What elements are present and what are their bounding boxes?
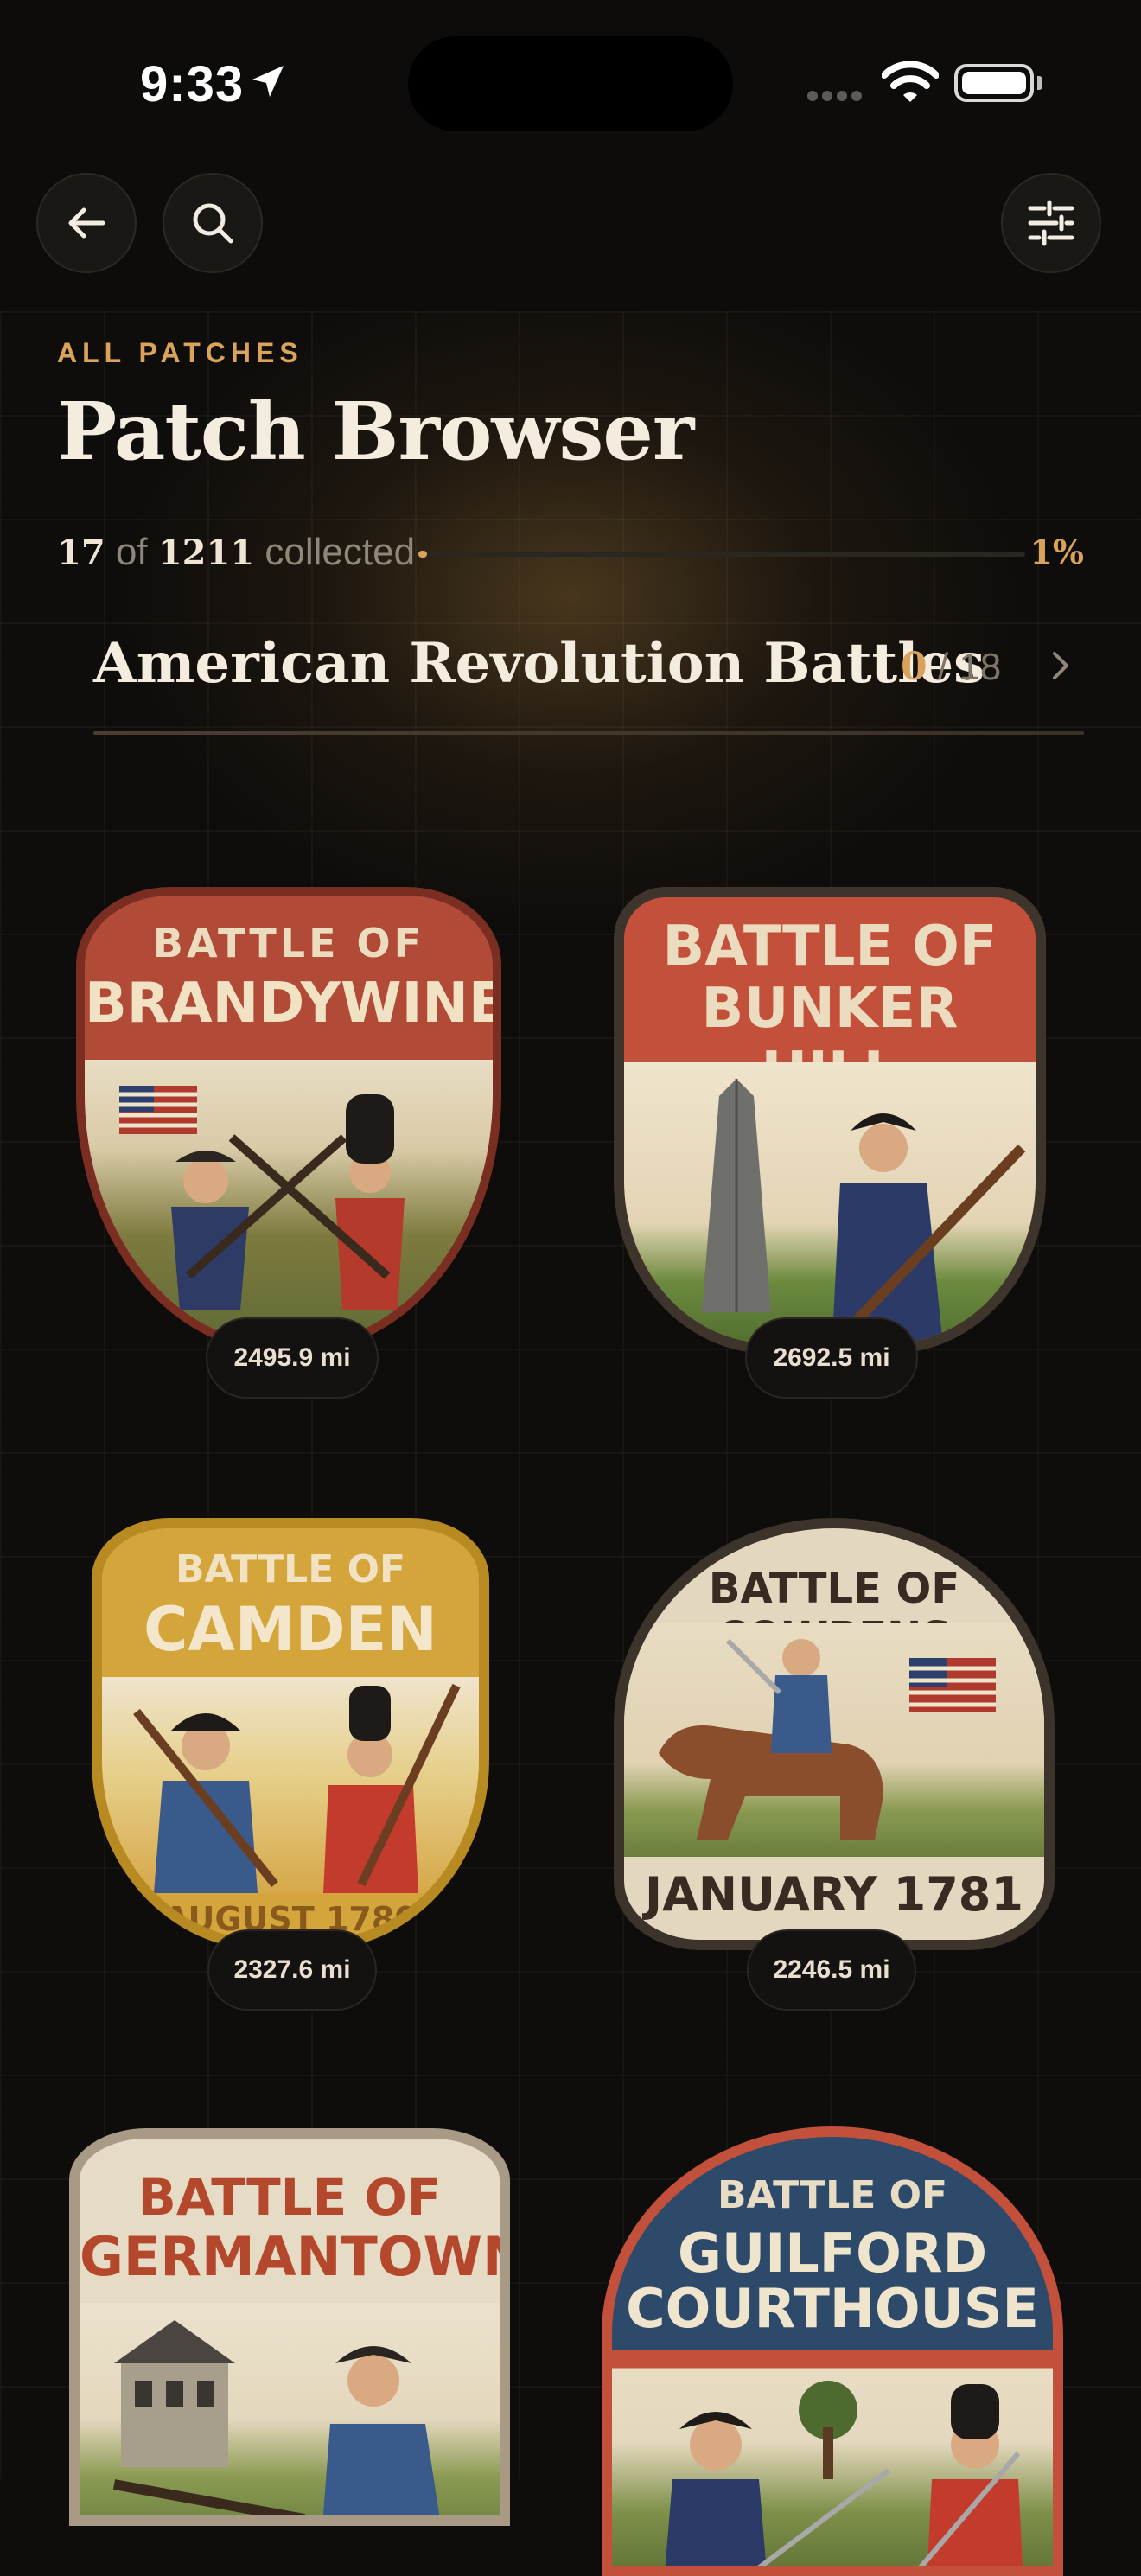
total-count: 1211 (157, 532, 255, 573)
status-time: 9:33 (140, 56, 245, 112)
patch-card-bunker-hill[interactable]: BATTLE OF BUNKER HILL 2692.5 mi (570, 873, 1089, 1409)
section-title: American Revolution Battles (93, 631, 985, 696)
cellular-signal-icon (807, 90, 866, 105)
search-icon (193, 203, 233, 244)
patch-image: BATTLE OF GERMANTOWN (69, 2128, 510, 2526)
search-button[interactable] (163, 173, 263, 273)
patch-line1: BATTLE OF (152, 920, 425, 966)
chevron-right-icon (1053, 652, 1068, 679)
distance-badge: 2246.5 mi (747, 1929, 916, 2011)
patch-card-cowpens[interactable]: BATTLE OF COWPENS JANUARY 1781 2246.5 mi (570, 1504, 1089, 2023)
patch-line2: CAMDEN (143, 1594, 437, 1665)
patch-scene (624, 1623, 1044, 1857)
patch-image: BATTLE OF BRANDYWINE (76, 887, 501, 1354)
eyebrow-label: ALL PATCHES (57, 337, 303, 368)
patch-line1: BATTLE OF (175, 1547, 406, 1591)
collected-summary: 17 of 1211 collected (57, 531, 415, 574)
patch-card-germantown[interactable]: BATTLE OF GERMANTOWN (31, 2118, 550, 2526)
distance-badge: 2495.9 mi (206, 1317, 379, 1399)
patch-card-camden[interactable]: BATTLE OF CAMDEN AUGUST 1780 2327.6 mi (31, 1504, 550, 2023)
collection-section-header[interactable]: American Revolution Battles 0 / 18 (93, 631, 1084, 735)
patch-line1: BATTLE OF (662, 915, 998, 979)
patch-line2: GUILFORD (677, 2222, 988, 2285)
patch-image: BATTLE OF GUILFORD COURTHOUSE (602, 2126, 1063, 2576)
patch-image: BATTLE OF CAMDEN AUGUST 1780 (92, 1518, 489, 1950)
section-total: 18 (959, 646, 1002, 688)
arrow-left-icon (68, 207, 105, 239)
patch-scene (612, 2350, 1053, 2566)
collected-of: of (115, 531, 148, 573)
progress-percent: 1% (1029, 532, 1084, 571)
progress-track (418, 551, 1025, 558)
patch-line2: BRANDYWINE (85, 972, 501, 1036)
progress-fill (418, 551, 427, 558)
distance-badge: 2692.5 mi (745, 1317, 918, 1399)
page-title: Patch Browser (57, 385, 694, 478)
collection-progress: 17 of 1211 collected 1% (57, 531, 1084, 579)
collected-word: collected (265, 531, 416, 573)
patch-line1: BATTLE OF (137, 2168, 442, 2227)
section-collected: 0 (901, 645, 927, 689)
dynamic-island (408, 36, 733, 131)
back-button[interactable] (36, 173, 137, 273)
patch-scene (80, 2303, 500, 2515)
patch-image: BATTLE OF BUNKER HILL (614, 887, 1046, 1354)
patch-line3: JANUARY 1781 (645, 1867, 1023, 1922)
patch-card-brandywine[interactable]: BATTLE OF BRANDYWINE 2495.9 mi (31, 873, 550, 1409)
patch-card-guilford-courthouse[interactable]: BATTLE OF GUILFORD COURTHOUSE (570, 2118, 1089, 2576)
patch-image: BATTLE OF COWPENS JANUARY 1781 (614, 1518, 1055, 1950)
wifi-icon (882, 61, 939, 102)
section-divider (93, 731, 1084, 735)
patch-line1: BATTLE OF (717, 2173, 948, 2217)
section-separator: / (937, 646, 949, 688)
patch-scene (624, 1062, 1036, 1343)
patch-line3: COURTHOUSE (626, 2277, 1039, 2340)
battery-icon (954, 64, 1034, 102)
patch-scene (102, 1677, 479, 1893)
section-count: 0 / 18 (901, 645, 1001, 689)
filter-button[interactable] (1001, 173, 1101, 273)
patch-line2: GERMANTOWN (80, 2225, 510, 2288)
distance-badge: 2327.6 mi (207, 1929, 377, 2011)
battery-nub (1037, 76, 1042, 90)
location-arrow-icon (252, 66, 284, 97)
collected-count: 17 (57, 532, 105, 573)
patch-scene (85, 1060, 493, 1345)
sliders-icon (1028, 200, 1074, 246)
